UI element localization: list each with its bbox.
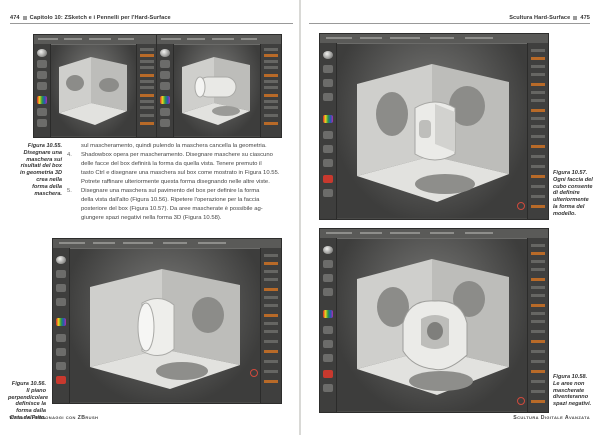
zbrush-viewport bbox=[337, 44, 527, 218]
body-line: delle facce del box definirà la forma da… bbox=[81, 161, 262, 167]
zbrush-left-shelf bbox=[157, 44, 174, 137]
left-footer: Creare Personaggi con ZBrush bbox=[10, 415, 99, 421]
shadowbox-render bbox=[357, 259, 509, 395]
figure-10-55-screenshot-b bbox=[156, 34, 282, 138]
zbrush-left-shelf bbox=[320, 238, 337, 412]
body-line: sul mascheramento, quindi pulendo la mas… bbox=[81, 143, 267, 149]
zbrush-right-panel bbox=[260, 44, 281, 137]
figure-10-58-caption: Figura 10.58. Le aree non mascherate div… bbox=[553, 374, 592, 408]
zbrush-right-panel bbox=[527, 43, 548, 219]
zbrush-viewport bbox=[174, 45, 260, 136]
body-line: posteriore del box (Figura 10.57). Da ar… bbox=[81, 206, 263, 212]
figure-10-56-screenshot bbox=[52, 238, 282, 404]
zbrush-menubar bbox=[320, 229, 548, 239]
figure-10-57-screenshot bbox=[319, 33, 549, 220]
left-header-rule bbox=[10, 23, 293, 24]
right-page-number: 475 bbox=[580, 15, 590, 21]
zbrush-menubar bbox=[53, 239, 281, 249]
left-page-number: 474 bbox=[10, 15, 20, 21]
body-line: giungere spazi negativi nella forma 3D (… bbox=[81, 215, 222, 221]
body-line: Potrete raffinare ulteriormente questa f… bbox=[81, 179, 270, 185]
zbrush-viewport bbox=[70, 249, 260, 402]
zbrush-right-panel bbox=[260, 248, 281, 403]
right-header-rule bbox=[309, 23, 590, 24]
right-page: Scultura Hard-Surface 475 Figura 10.57. … bbox=[301, 0, 600, 435]
body-line: 5. Disegnare una maschera sul pavimento d… bbox=[67, 188, 260, 194]
header-square-icon bbox=[573, 15, 578, 20]
canvas-record-indicator bbox=[250, 369, 258, 377]
canvas-record-indicator bbox=[517, 397, 525, 405]
left-body-text: sul mascheramento, quindi pulendo la mas… bbox=[67, 142, 287, 223]
right-section-title: Scultura Hard-Surface bbox=[509, 15, 571, 21]
body-line: tasto Ctrl e disegnare una maschera sul … bbox=[81, 170, 280, 176]
right-footer: Scultura Digitale Avanzata bbox=[513, 415, 590, 421]
zbrush-left-shelf bbox=[53, 248, 70, 403]
shadowbox-render bbox=[357, 64, 509, 202]
header-square-icon bbox=[22, 15, 27, 20]
figure-10-55-caption: Figura 10.55. Disegnare una maschera sui… bbox=[20, 143, 62, 197]
zbrush-viewport bbox=[337, 239, 527, 411]
canvas-record-indicator bbox=[517, 202, 525, 210]
left-chapter-title: Capitolo 10: ZSketch e i Pennelli per l'… bbox=[29, 15, 171, 21]
body-line: 4. Shadowbox opera per mascheramento. Dis… bbox=[67, 152, 273, 158]
zbrush-right-panel bbox=[136, 44, 157, 137]
figure-10-57-caption: Figura 10.57. Ogni faccia del cubo conse… bbox=[553, 170, 593, 217]
right-page-header: Scultura Hard-Surface 475 bbox=[509, 15, 590, 21]
shadowbox-render bbox=[182, 57, 250, 125]
shadowbox-render bbox=[59, 57, 127, 125]
left-page: 474 Capitolo 10: ZSketch e i Pennelli per… bbox=[0, 0, 299, 435]
body-line: della vista dall'alto (Figura 10.56). Ri… bbox=[81, 197, 260, 203]
zbrush-right-panel bbox=[527, 238, 548, 412]
figure-10-58-screenshot bbox=[319, 228, 549, 413]
zbrush-menubar bbox=[320, 34, 548, 44]
zbrush-left-shelf bbox=[320, 43, 337, 219]
book-spread: 474 Capitolo 10: ZSketch e i Pennelli per… bbox=[0, 0, 600, 435]
zbrush-left-shelf bbox=[34, 44, 51, 137]
shadowbox-render bbox=[90, 269, 240, 389]
zbrush-viewport bbox=[51, 45, 136, 136]
figure-10-55-screenshot-a bbox=[33, 34, 158, 138]
left-page-header: 474 Capitolo 10: ZSketch e i Pennelli per… bbox=[10, 15, 171, 21]
